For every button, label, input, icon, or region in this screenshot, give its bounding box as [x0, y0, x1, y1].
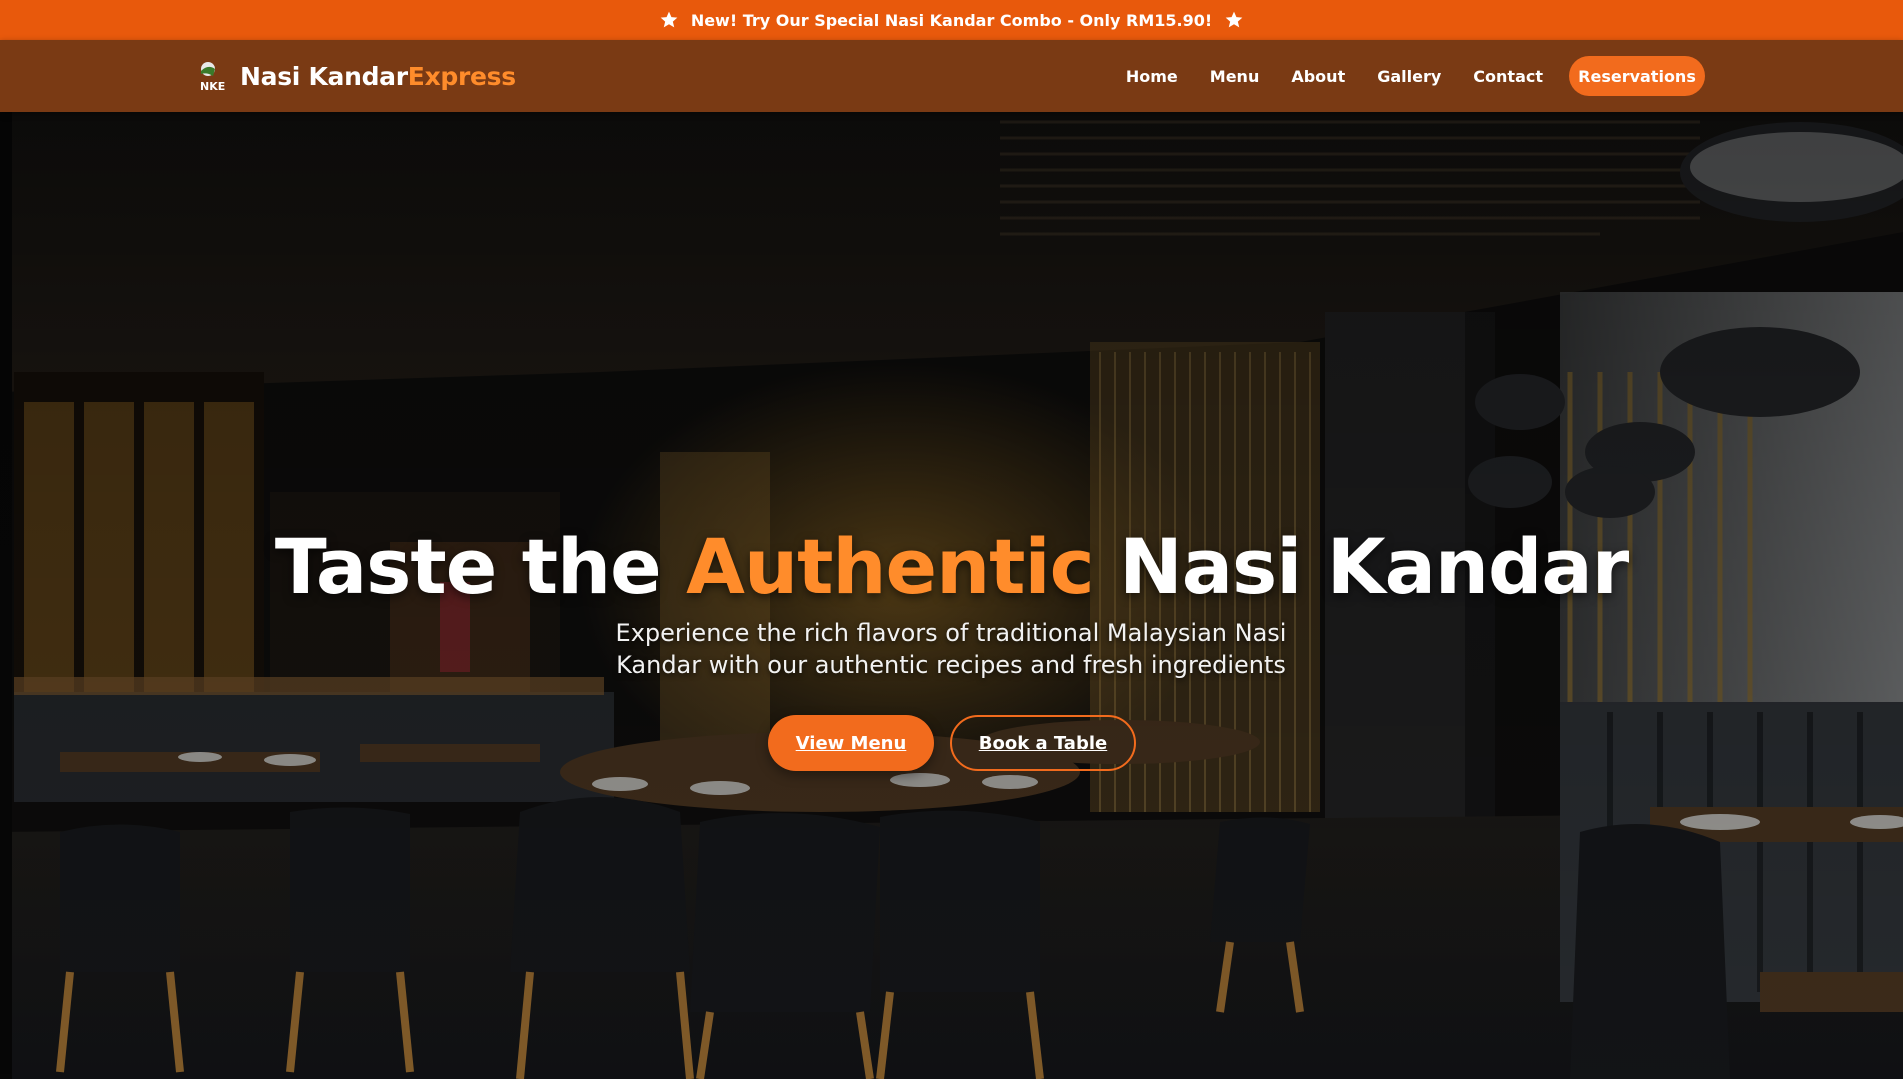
hero-title-part1: Taste the: [274, 522, 662, 611]
brand-name-primary: Nasi Kandar: [240, 61, 408, 91]
logo-initials: NKE: [200, 80, 225, 92]
star-icon: [1224, 10, 1244, 30]
announcement-bar: New! Try Our Special Nasi Kandar Combo -…: [0, 0, 1903, 40]
page: New! Try Our Special Nasi Kandar Combo -…: [0, 0, 1903, 1079]
nav-link-menu[interactable]: Menu: [1210, 67, 1260, 86]
nav-menu: Home Menu About Gallery Contact: [1126, 40, 1543, 112]
reservations-button[interactable]: Reservations: [1569, 56, 1705, 96]
nav-link-home[interactable]: Home: [1126, 67, 1178, 86]
brand-name-accent: Express: [407, 61, 516, 91]
nav-link-contact[interactable]: Contact: [1473, 67, 1543, 86]
hero-section: Taste the Authentic Nasi Kandar Experien…: [0, 112, 1903, 1079]
book-table-button[interactable]: Book a Table: [950, 715, 1136, 771]
nav-link-gallery[interactable]: Gallery: [1377, 67, 1441, 86]
hero-title: Taste the Authentic Nasi Kandar: [0, 522, 1903, 611]
nav-link-about[interactable]: About: [1291, 67, 1345, 86]
hero-title-part2: Nasi Kandar: [1119, 522, 1629, 611]
view-menu-button[interactable]: View Menu: [768, 715, 934, 771]
announcement-text: New! Try Our Special Nasi Kandar Combo -…: [690, 10, 1213, 30]
brand-logo-link[interactable]: NKE Nasi KandarExpress: [198, 58, 516, 94]
main-navbar: NKE Nasi KandarExpress Home Menu About G…: [0, 40, 1903, 112]
hero-subtitle: Experience the rich flavors of tradition…: [615, 619, 1287, 679]
logo-emblem: NKE: [198, 60, 230, 92]
hero-title-accent: Authentic: [686, 522, 1094, 611]
brand-name: Nasi KandarExpress: [240, 62, 516, 91]
star-icon: [659, 10, 679, 30]
